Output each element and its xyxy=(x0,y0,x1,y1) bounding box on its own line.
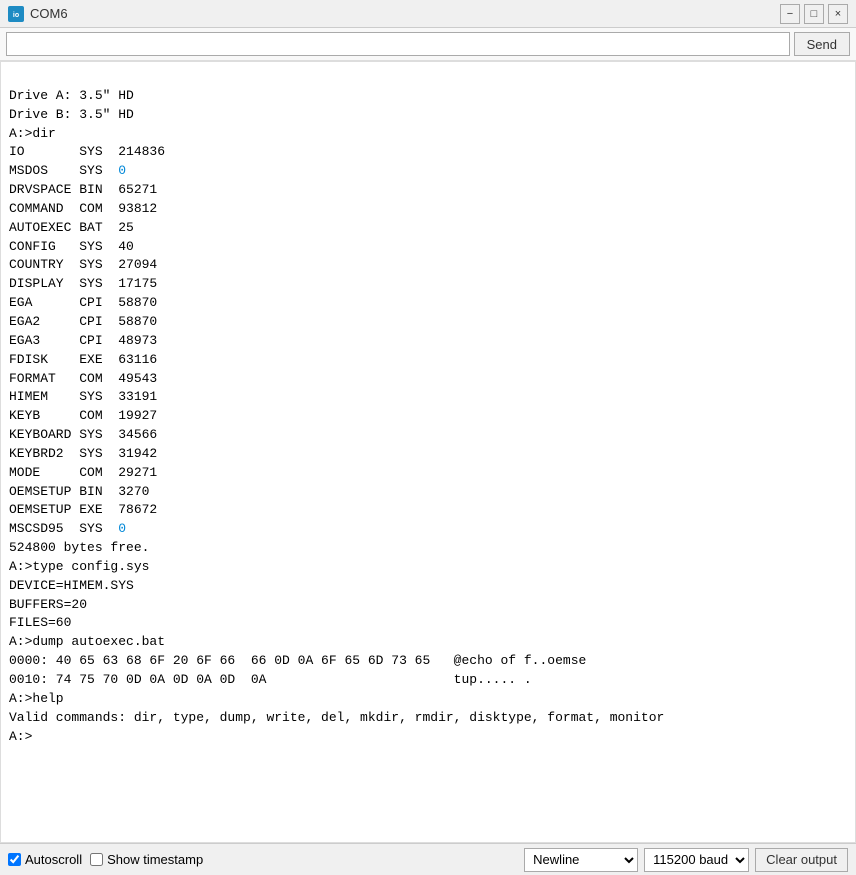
output-line: MSDOS SYS 0 xyxy=(9,162,847,181)
output-line: KEYBOARD SYS 34566 xyxy=(9,426,847,445)
output-line: DISPLAY SYS 17175 xyxy=(9,275,847,294)
baud-select[interactable]: 300 baud 1200 baud 2400 baud 4800 baud 9… xyxy=(644,848,749,872)
output-line: MODE COM 29271 xyxy=(9,464,847,483)
output-line: OEMSETUP BIN 3270 xyxy=(9,483,847,502)
output-line: EGA CPI 58870 xyxy=(9,294,847,313)
output-line: DRVSPACE BIN 65271 xyxy=(9,181,847,200)
close-button[interactable]: × xyxy=(828,4,848,24)
output-line: AUTOEXEC BAT 25 xyxy=(9,219,847,238)
newline-select[interactable]: Newline No line ending CR LF CR+LF xyxy=(524,848,638,872)
autoscroll-checkbox[interactable] xyxy=(8,853,21,866)
status-right: Newline No line ending CR LF CR+LF 300 b… xyxy=(524,848,848,872)
output-line: CONFIG SYS 40 xyxy=(9,238,847,257)
output-line: 0000: 40 65 63 68 6F 20 6F 66 66 0D 0A 6… xyxy=(9,652,847,671)
output-line: Valid commands: dir, type, dump, write, … xyxy=(9,709,847,728)
timestamp-checkbox[interactable] xyxy=(90,853,103,866)
title-bar: io COM6 − □ × xyxy=(0,0,856,28)
output-line: Drive B: 3.5" HD xyxy=(9,106,847,125)
app-icon: io xyxy=(8,6,24,22)
output-line: MSCSD95 SYS 0 xyxy=(9,520,847,539)
output-line: KEYBRD2 SYS 31942 xyxy=(9,445,847,464)
svg-text:io: io xyxy=(13,12,19,19)
command-input[interactable] xyxy=(6,32,790,56)
output-line: Drive A: 3.5" HD xyxy=(9,87,847,106)
autoscroll-label: Autoscroll xyxy=(25,852,82,867)
output-line: 524800 bytes free. xyxy=(9,539,847,558)
output-area: Drive A: 3.5" HDDrive B: 3.5" HDA:>dirIO… xyxy=(0,61,856,843)
output-line: KEYB COM 19927 xyxy=(9,407,847,426)
output-line: A:>dir xyxy=(9,125,847,144)
status-left: Autoscroll Show timestamp xyxy=(8,852,203,867)
timestamp-label: Show timestamp xyxy=(107,852,203,867)
output-line: EGA2 CPI 58870 xyxy=(9,313,847,332)
window-title: COM6 xyxy=(30,6,68,21)
output-line: FILES=60 xyxy=(9,614,847,633)
autoscroll-group[interactable]: Autoscroll xyxy=(8,852,82,867)
maximize-button[interactable]: □ xyxy=(804,4,824,24)
output-line: COUNTRY SYS 27094 xyxy=(9,256,847,275)
timestamp-group[interactable]: Show timestamp xyxy=(90,852,203,867)
output-line: A:>help xyxy=(9,690,847,709)
output-line: BUFFERS=20 xyxy=(9,596,847,615)
output-line: A:> xyxy=(9,728,847,747)
output-line: A:>dump autoexec.bat xyxy=(9,633,847,652)
minimize-button[interactable]: − xyxy=(780,4,800,24)
output-line: OEMSETUP EXE 78672 xyxy=(9,501,847,520)
output-line: EGA3 CPI 48973 xyxy=(9,332,847,351)
output-line: FORMAT COM 49543 xyxy=(9,370,847,389)
output-line: FDISK EXE 63116 xyxy=(9,351,847,370)
output-line: HIMEM SYS 33191 xyxy=(9,388,847,407)
toolbar: Send xyxy=(0,28,856,61)
output-line: 0010: 74 75 70 0D 0A 0D 0A 0D 0A tup....… xyxy=(9,671,847,690)
status-bar: Autoscroll Show timestamp Newline No lin… xyxy=(0,843,856,875)
output-line: COMMAND COM 93812 xyxy=(9,200,847,219)
title-bar-left: io COM6 xyxy=(8,6,68,22)
send-button[interactable]: Send xyxy=(794,32,850,56)
output-line: A:>type config.sys xyxy=(9,558,847,577)
window-controls: − □ × xyxy=(780,4,848,24)
clear-output-button[interactable]: Clear output xyxy=(755,848,848,872)
output-line: DEVICE=HIMEM.SYS xyxy=(9,577,847,596)
output-line: IO SYS 214836 xyxy=(9,143,847,162)
